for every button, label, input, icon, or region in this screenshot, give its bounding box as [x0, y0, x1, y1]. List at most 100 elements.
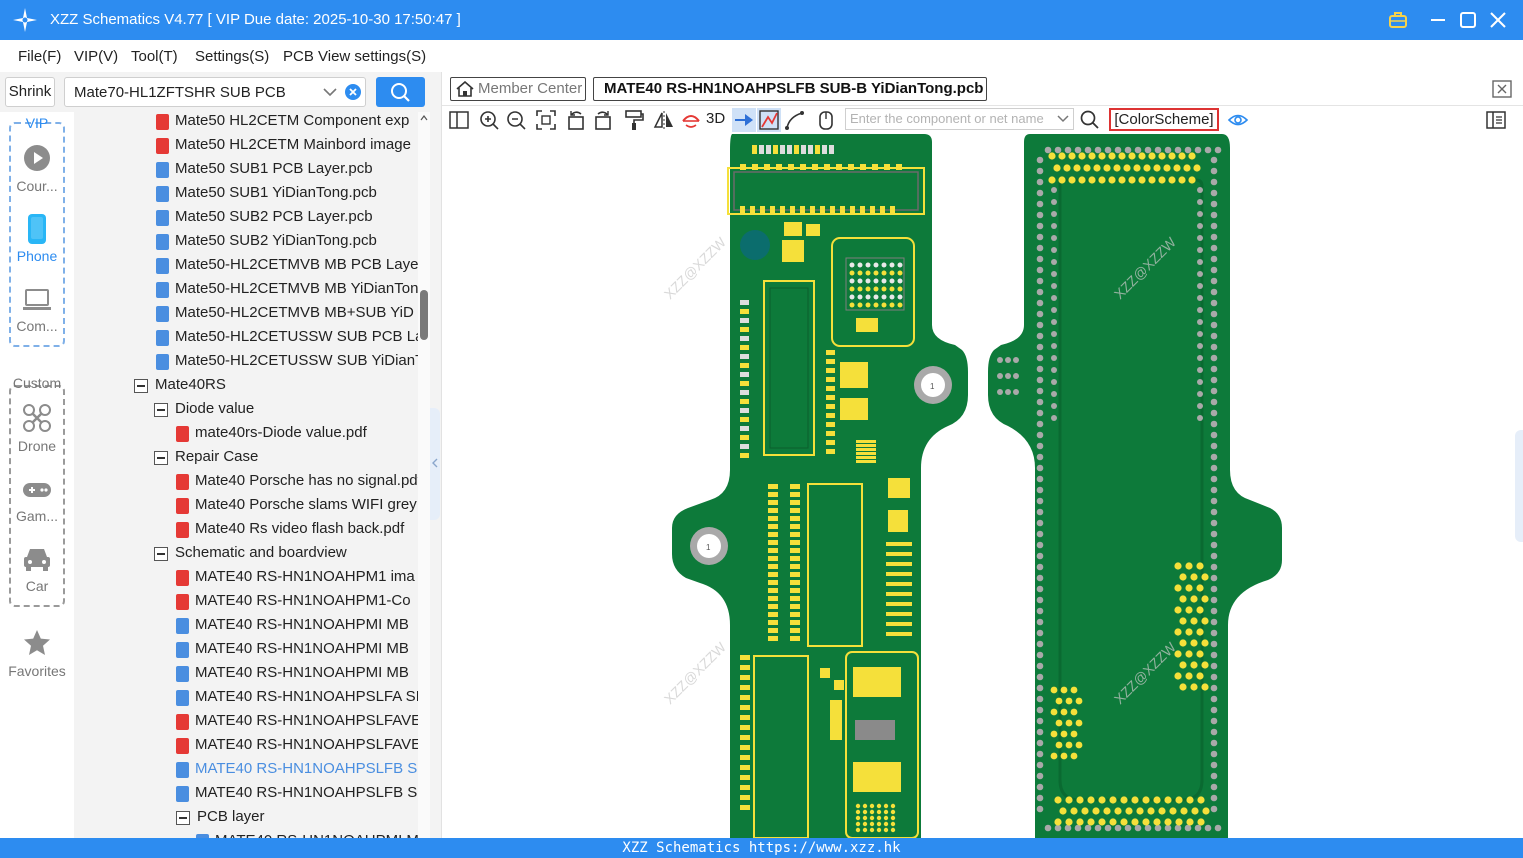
tree-file[interactable]: MATE40 RS-HN1NOAHPSLFB SU — [74, 758, 418, 782]
collapse-toggle-icon[interactable] — [154, 451, 168, 465]
pad — [1087, 818, 1095, 826]
tree-file[interactable]: MATE40 RS-HN1NOAHPSLFAVE — [74, 710, 418, 734]
tree-file[interactable]: Mate50-HL2CETMVB MB YiDianTong — [74, 278, 418, 302]
tree-file[interactable]: Mate50-HL2CETUSSW SUB YiDianT — [74, 350, 418, 374]
eye-icon[interactable] — [1227, 109, 1249, 131]
phone-icon[interactable] — [27, 213, 47, 245]
tree-file[interactable]: Mate50-HL2CETMVB MB PCB Layer — [74, 254, 418, 278]
tree-file[interactable]: Mate50 SUB2 PCB Layer.pcb — [74, 206, 418, 230]
pcb-canvas[interactable]: 1 1 XZZ@XZZW XZZ@XZZW XZZ@XZZW XZZ@XZZW — [442, 134, 1523, 838]
tree-file[interactable]: MATE40 RS-HN1NOAHPSLFB SU — [74, 782, 418, 806]
tree-file[interactable]: MATE40 RS-HN1NOAHPMI MB — [74, 614, 418, 638]
rotate-right-icon[interactable] — [592, 109, 614, 131]
gamepad-icon[interactable] — [22, 480, 52, 500]
maximize-icon[interactable] — [1456, 8, 1480, 32]
pcb-selector[interactable]: Mate70-HL1ZFTSHR SUB PCB — [64, 77, 366, 107]
tree-file[interactable]: Mate40 Porsche has no signal.pdf — [74, 470, 418, 494]
search-button[interactable] — [376, 77, 425, 107]
chevron-left-icon[interactable] — [431, 458, 439, 468]
laptop-icon[interactable] — [22, 288, 52, 312]
zoom-in-icon[interactable] — [478, 109, 500, 131]
scroll-up-icon[interactable] — [420, 114, 428, 122]
tree-file[interactable]: Mate50-HL2CETUSSW SUB PCB Layer — [74, 326, 418, 350]
panel-splitter[interactable] — [430, 72, 442, 838]
tree-file[interactable]: Mate50 HL2CETM Component exp — [74, 112, 418, 134]
net-highlight-active[interactable] — [757, 108, 781, 132]
tree-file[interactable]: Mate40 Porsche slams WIFI grey — [74, 494, 418, 518]
pad — [1036, 486, 1044, 494]
pad — [1210, 607, 1218, 615]
tree-folder[interactable]: Mate40RS — [74, 374, 418, 398]
tree-file[interactable]: Mate50 HL2CETM Mainbord image — [74, 134, 418, 158]
color-scheme-button[interactable]: [ColorScheme] — [1109, 108, 1219, 131]
tree-file[interactable]: MATE40 RS-HN1NOAHPMI MB — [74, 638, 418, 662]
shrink-button[interactable]: Shrink — [5, 77, 55, 107]
chevron-down-icon[interactable] — [323, 86, 337, 98]
menu-tool[interactable]: Tool(T) — [131, 48, 178, 65]
tab-member-center[interactable]: Member Center — [450, 77, 586, 101]
star-icon[interactable] — [22, 628, 52, 658]
menu-file[interactable]: File(F) — [18, 48, 61, 65]
probe-icon[interactable] — [680, 109, 702, 131]
right-collapse-handle[interactable] — [1515, 430, 1523, 542]
chevron-down-icon[interactable] — [1057, 114, 1069, 123]
fit-view-icon[interactable] — [535, 109, 557, 131]
minimize-icon[interactable] — [1426, 8, 1450, 32]
toggle-3d[interactable]: 3D — [706, 110, 725, 127]
tree-folder[interactable]: Diode value — [74, 398, 418, 422]
menu-pcb-view-settings[interactable]: PCB View settings(S) — [283, 48, 426, 65]
collapse-toggle-icon[interactable] — [176, 811, 190, 825]
clear-icon[interactable] — [345, 84, 361, 100]
tree-folder[interactable]: Repair Case — [74, 446, 418, 470]
tree-file[interactable]: mate40rs-Diode value.pdf — [74, 422, 418, 446]
zoom-out-icon[interactable] — [505, 109, 527, 131]
format-painter-icon[interactable] — [623, 109, 645, 131]
play-circle-icon[interactable] — [23, 144, 51, 172]
tree-scrollbar[interactable] — [418, 112, 430, 838]
drone-icon[interactable] — [22, 403, 52, 433]
close-tab-icon[interactable] — [1492, 80, 1512, 98]
tree-file[interactable]: MATE40 RS-HN1NOAHPMI MB — [74, 662, 418, 686]
collapse-toggle-icon[interactable] — [154, 547, 168, 561]
split-view-icon[interactable] — [448, 109, 470, 131]
tree-folder[interactable]: PCB layer — [74, 806, 418, 830]
side-panel-icon[interactable] — [1485, 109, 1507, 131]
tree-file[interactable]: MATE40 RS-HN1NOAHPMI M — [74, 830, 418, 838]
rotate-left-icon[interactable] — [565, 109, 587, 131]
briefcase-icon[interactable] — [1386, 8, 1410, 32]
tree-file[interactable]: Mate50 SUB1 PCB Layer.pcb — [74, 158, 418, 182]
tree-file[interactable]: Mate50-HL2CETMVB MB+SUB YiD — [74, 302, 418, 326]
tree-file[interactable]: Mate50 SUB2 YiDianTong.pcb — [74, 230, 418, 254]
component-search-input[interactable]: Enter the component or net name — [845, 108, 1074, 130]
tree-file[interactable]: MATE40 RS-HN1NOAHPM1 ima — [74, 566, 418, 590]
tree-file[interactable]: Mate40 Rs video flash back.pdf — [74, 518, 418, 542]
car-icon[interactable] — [22, 546, 52, 572]
trace-icon[interactable] — [784, 109, 806, 131]
close-icon[interactable] — [1486, 8, 1510, 32]
tree-scroll-thumb[interactable] — [420, 290, 428, 340]
rail-car[interactable]: Car — [0, 578, 74, 594]
rail-game[interactable]: Gam... — [0, 508, 74, 524]
tree-file[interactable]: Mate50 SUB1 YiDianTong.pcb — [74, 182, 418, 206]
pcb-drawing[interactable]: 1 1 XZZ@XZZW XZZ@XZZW XZZ@XZZW XZZ@XZZW — [442, 134, 1523, 838]
pad — [740, 735, 750, 740]
rail-phone[interactable]: Phone — [0, 248, 74, 264]
collapse-toggle-icon[interactable] — [154, 403, 168, 417]
rail-drone[interactable]: Drone — [0, 438, 74, 454]
tab-active-file[interactable]: MATE40 RS-HN1NOAHPSLFB SUB-B YiDianTong.… — [593, 77, 987, 101]
collapse-toggle-icon[interactable] — [134, 379, 148, 393]
rail-favorites[interactable]: Favorites — [0, 663, 74, 679]
pin-mode-active[interactable] — [732, 108, 756, 132]
menu-vip[interactable]: VIP(V) — [74, 48, 118, 65]
arrow-right-icon — [735, 114, 753, 126]
tree-file[interactable]: MATE40 RS-HN1NOAHPSLFAVE — [74, 734, 418, 758]
menu-settings[interactable]: Settings(S) — [195, 48, 269, 65]
tree-file[interactable]: MATE40 RS-HN1NOAHPSLFA SI — [74, 686, 418, 710]
tree-folder[interactable]: Schematic and boardview — [74, 542, 418, 566]
tree-file[interactable]: MATE40 RS-HN1NOAHPM1-Co — [74, 590, 418, 614]
component-search-icon[interactable] — [1079, 109, 1101, 131]
rail-course[interactable]: Cour... — [0, 178, 74, 194]
rail-computer[interactable]: Com... — [0, 318, 74, 334]
mirror-icon[interactable] — [653, 109, 675, 131]
hand-pan-icon[interactable] — [815, 109, 837, 131]
